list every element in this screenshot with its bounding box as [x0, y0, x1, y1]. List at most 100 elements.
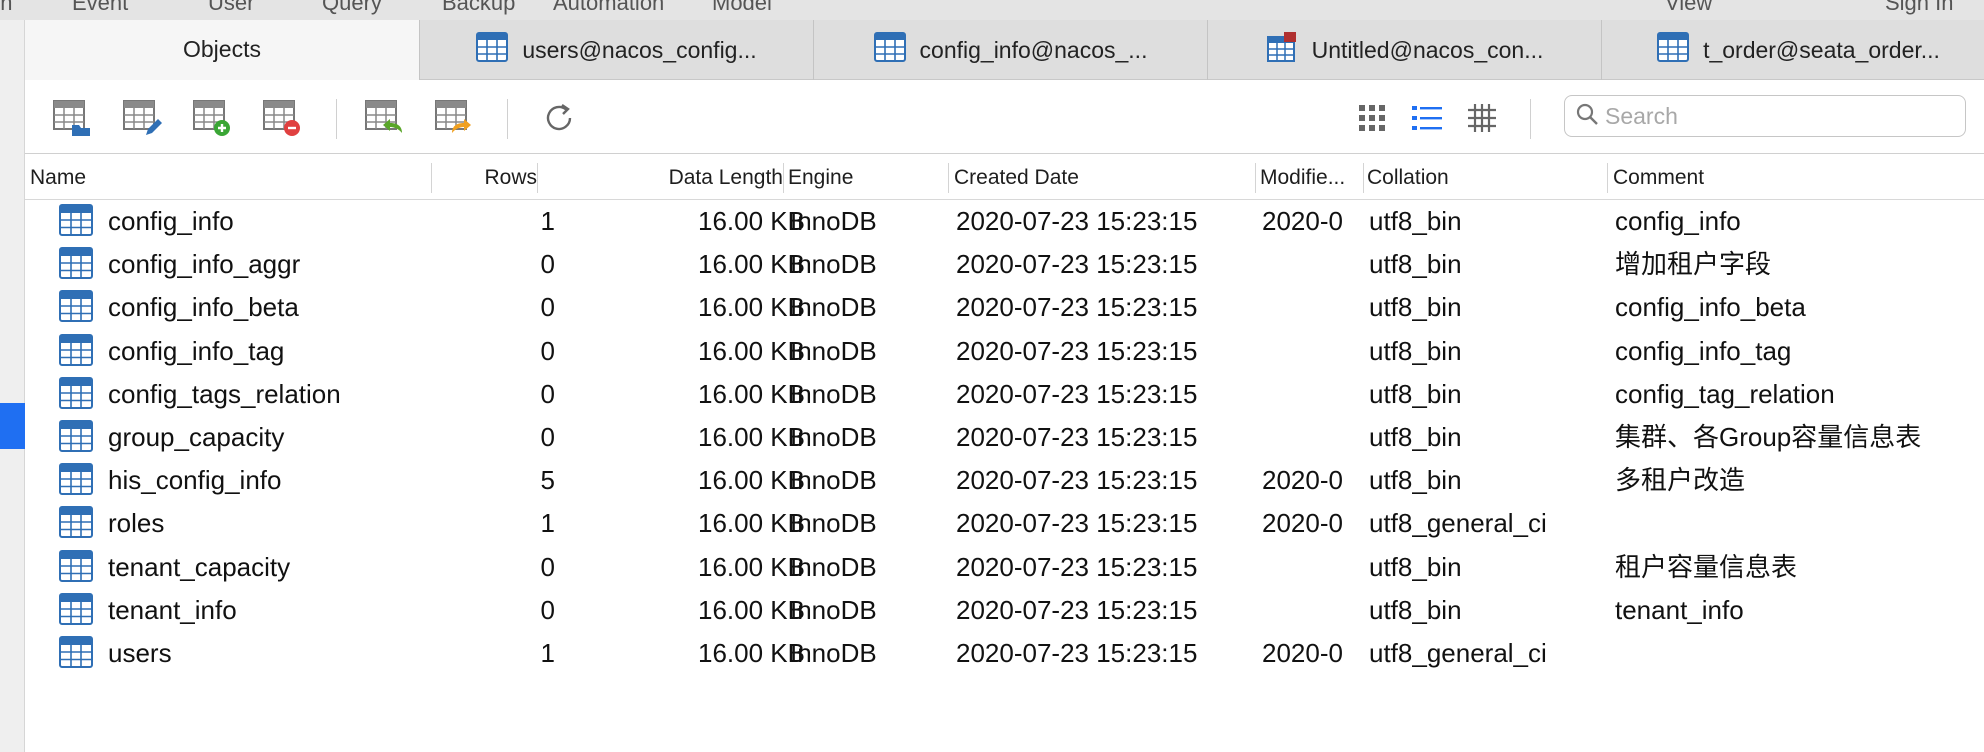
cell-created-date: 2020-07-23 15:23:15 — [956, 594, 1198, 625]
table-row[interactable]: config_tags_relation 0 16.00 KB InnoDB 2020-… — [25, 373, 1984, 416]
cell-created-date: 2020-07-23 15:23:15 — [956, 465, 1198, 496]
menu-item-backup[interactable]: Backup — [442, 0, 515, 16]
delete-table-button[interactable] — [261, 99, 303, 141]
cell-comment: config_info_beta — [1615, 292, 1806, 323]
cell-collation: utf8_bin — [1369, 292, 1462, 323]
design-table-button[interactable] — [121, 99, 163, 141]
cell-data-length: 16.00 KB — [698, 422, 805, 452]
column-divider[interactable] — [1607, 163, 1608, 193]
column-header-data-length[interactable]: Data Length — [539, 155, 783, 200]
cell-rows: 1 — [540, 638, 555, 668]
cell-collation: utf8_bin — [1369, 206, 1462, 236]
column-header-collation[interactable]: Collation — [1367, 155, 1607, 200]
tab-config-info-table[interactable]: config_info@nacos_... — [813, 20, 1207, 80]
table-header: Name Rows Data Length Engine Created Dat… — [25, 155, 1984, 200]
new-table-button[interactable] — [191, 99, 233, 141]
search-box[interactable] — [1564, 95, 1966, 137]
cell-modified-date: 2020-0 — [1262, 638, 1343, 668]
cell-collation: utf8_bin — [1369, 465, 1462, 496]
cell-modified-date — [1262, 416, 1360, 459]
import-wizard-button[interactable] — [363, 99, 405, 141]
table-row[interactable]: tenant_info 0 16.00 KB InnoDB 2020-07-23 15:… — [25, 589, 1984, 632]
menu-item-user[interactable]: User — [208, 0, 254, 16]
column-divider[interactable] — [783, 163, 784, 193]
column-header-name[interactable]: Name — [30, 155, 430, 200]
table-icon — [59, 247, 93, 284]
cell-comment: config_tag_relation — [1615, 378, 1835, 409]
table-row[interactable]: config_info_aggr 0 16.00 KB InnoDB 2020-07-2… — [25, 243, 1984, 286]
cell-created-date: 2020-07-23 15:23:15 — [956, 249, 1198, 280]
menu-item-sign-in[interactable]: Sign In — [1885, 0, 1954, 16]
cell-created-date: 2020-07-23 15:23:15 — [956, 335, 1198, 366]
cell-engine: InnoDB — [790, 249, 877, 280]
detail-view-button[interactable] — [1461, 99, 1503, 141]
list-view-icon — [1411, 103, 1443, 138]
table-row[interactable]: config_info_beta 0 16.00 KB InnoDB 2020-07-2… — [25, 286, 1984, 329]
column-header-engine[interactable]: Engine — [788, 155, 938, 200]
search-icon — [1575, 102, 1599, 131]
tab-objects[interactable]: Objects — [25, 20, 419, 80]
export-icon — [434, 99, 474, 142]
table-icon — [59, 636, 93, 673]
toolbar-divider — [1530, 99, 1531, 139]
tab-t-order-table[interactable]: t_order@seata_order... — [1601, 20, 1984, 80]
search-input[interactable] — [1605, 102, 1945, 130]
table-row[interactable]: config_info 1 16.00 KB InnoDB 2020-07-23 15:… — [25, 200, 1984, 243]
delete-table-icon — [262, 99, 302, 142]
cell-name: config_info — [108, 206, 234, 236]
export-wizard-button[interactable] — [433, 99, 475, 141]
cell-comment: config_info — [1615, 206, 1741, 236]
open-table-button[interactable] — [51, 99, 93, 141]
cell-comment: 增加租户字段 — [1615, 249, 1772, 280]
table-row[interactable]: his_config_info 5 16.00 KB InnoDB 2020-07-23… — [25, 459, 1984, 502]
column-divider[interactable] — [431, 163, 432, 193]
column-divider[interactable] — [948, 163, 949, 193]
add-table-icon — [192, 99, 232, 142]
menu-item-automation[interactable]: Automation — [553, 0, 664, 16]
menu-item-event[interactable]: Event — [72, 0, 128, 16]
toolbar-divider — [336, 99, 337, 139]
table-row[interactable]: group_capacity 0 16.00 KB InnoDB 2020-07-23 … — [25, 416, 1984, 459]
menu-item-view[interactable]: View — [1665, 0, 1712, 16]
column-header-created-date[interactable]: Created Date — [954, 155, 1254, 200]
table-icon — [873, 32, 906, 68]
cell-modified-date: 2020-0 — [1262, 206, 1343, 236]
cell-engine: InnoDB — [790, 292, 877, 323]
cell-data-length: 16.00 KB — [698, 594, 805, 625]
cell-comment — [1615, 502, 1984, 545]
cell-name: tenant_info — [108, 594, 237, 625]
table-row[interactable]: roles 1 16.00 KB InnoDB 2020-07-23 15:23:15 2… — [25, 502, 1984, 545]
cell-rows: 0 — [540, 249, 555, 280]
column-header-comment[interactable]: Comment — [1613, 155, 1973, 200]
cell-rows: 0 — [540, 422, 555, 452]
refresh-button[interactable] — [538, 99, 580, 141]
column-header-rows[interactable]: Rows — [433, 155, 537, 200]
menu-item-partial[interactable]: en — [0, 0, 12, 16]
column-header-modified-date[interactable]: Modifie... — [1260, 155, 1370, 200]
selected-connection-indicator[interactable] — [0, 403, 25, 449]
menu-item-query[interactable]: Query — [322, 0, 382, 16]
cell-engine: InnoDB — [790, 335, 877, 366]
query-icon — [1266, 31, 1298, 69]
list-view-button[interactable] — [1406, 99, 1448, 141]
menu-bar: en Event User Query Backup Automation Mo… — [0, 0, 1984, 20]
table-icon — [59, 333, 93, 371]
column-divider[interactable] — [537, 163, 538, 193]
column-divider[interactable] — [1255, 163, 1256, 193]
cell-created-date: 2020-07-23 15:23:15 — [956, 508, 1198, 539]
cell-collation: utf8_bin — [1369, 422, 1462, 452]
table-icon — [59, 506, 93, 543]
detail-view-icon — [1466, 102, 1498, 139]
table-row[interactable]: tenant_capacity 0 16.00 KB InnoDB 2020-07-23… — [25, 546, 1984, 589]
cell-rows: 0 — [540, 335, 555, 366]
cell-modified-date — [1262, 330, 1360, 373]
tab-users-table[interactable]: users@nacos_config... — [419, 20, 813, 80]
table-row[interactable]: users 1 16.00 KB InnoDB 2020-07-23 15:23:15 2… — [25, 632, 1984, 675]
grid-view-button[interactable] — [1351, 99, 1393, 141]
column-divider[interactable] — [1363, 163, 1364, 193]
tab-untitled-query[interactable]: Untitled@nacos_con... — [1207, 20, 1601, 80]
cell-data-length: 16.00 KB — [698, 292, 805, 323]
table-row[interactable]: config_info_tag 0 16.00 KB InnoDB 2020-07-23… — [25, 330, 1984, 373]
cell-data-length: 16.00 KB — [698, 551, 805, 582]
menu-item-model[interactable]: Model — [712, 0, 772, 16]
